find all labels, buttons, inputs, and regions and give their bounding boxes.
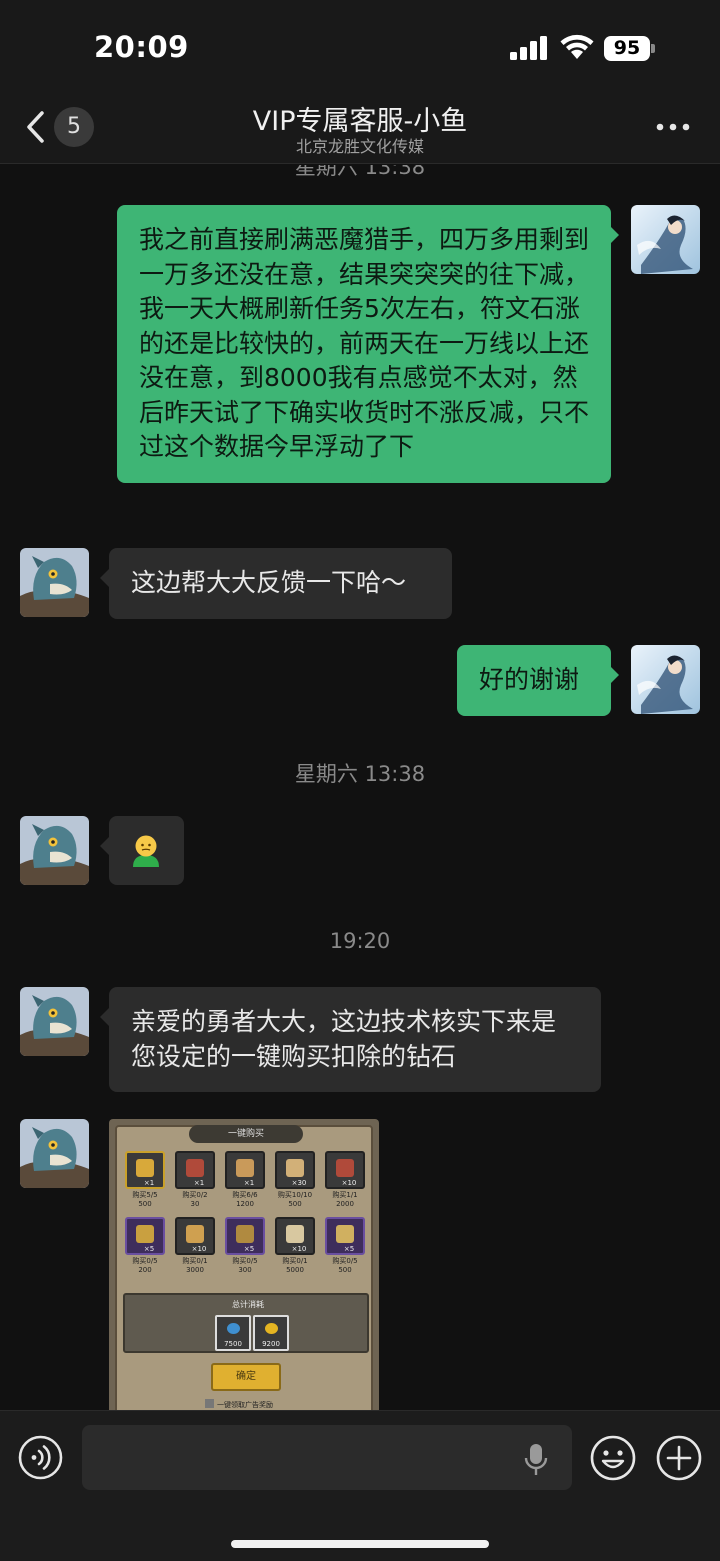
game-item-slot: ×1 <box>175 1151 215 1189</box>
game-checkbox: 一键领取广告奖励 <box>205 1399 325 1410</box>
message-bubble-received[interactable]: 亲爱的勇者大大，这边技术核实下来是您设定的一键购买扣除的钻石 <box>109 987 601 1092</box>
game-item: ×1 购买0/2 30 <box>173 1151 217 1211</box>
game-item-slot: ×5 <box>325 1217 365 1255</box>
message-bubble-received[interactable]: 🫠 <box>109 816 184 885</box>
gold-coin-icon <box>265 1323 278 1334</box>
chat-header: 5 VIP专属客服-小鱼 北京龙胜文化传媒 <box>0 92 720 164</box>
item-icon <box>236 1225 254 1243</box>
status-time: 20:09 <box>94 30 189 64</box>
battery-icon: 95 <box>604 36 655 61</box>
game-item-slot: ×10 <box>325 1151 365 1189</box>
game-item: ×5 购买0/5 500 <box>323 1217 367 1277</box>
game-total-title: 总计消耗 <box>232 1300 264 1309</box>
wifi-icon <box>560 34 594 59</box>
item-icon <box>336 1159 354 1177</box>
diamond-total: 7500 <box>215 1315 251 1351</box>
timestamp: 19:20 <box>329 929 391 953</box>
game-item-slot: ×5 <box>125 1217 165 1255</box>
gold-total: 9200 <box>253 1315 289 1351</box>
agent-avatar[interactable] <box>20 816 89 885</box>
message-list[interactable]: 星期六 13:38 我之前直接刷满恶魔猎手，四万多用剩到一万多还没在意，结果突突… <box>0 165 720 1410</box>
emoji-icon[interactable] <box>590 1435 636 1481</box>
game-item-slot: ×10 <box>275 1217 315 1255</box>
game-confirm-button: 确定 <box>211 1363 281 1391</box>
input-bar <box>0 1410 720 1561</box>
game-purchase-panel: 一键购买 ×1 购买5/5 500 ×1 购买0/2 30 ×1 购买6/6 1200 ×30 购买… <box>115 1125 373 1410</box>
item-icon <box>136 1225 154 1243</box>
game-total-box: 总计消耗 7500 9200 <box>123 1293 369 1353</box>
agent-avatar[interactable] <box>20 1119 89 1188</box>
battery-level: 95 <box>604 36 650 61</box>
game-item: ×5 购买0/5 300 <box>223 1217 267 1277</box>
item-icon <box>186 1225 204 1243</box>
game-item: ×10 购买0/1 3000 <box>173 1217 217 1277</box>
emoji-icon <box>133 835 159 867</box>
game-item: ×10 购买0/1 5000 <box>273 1217 317 1277</box>
game-item: ×5 购买0/5 200 <box>123 1217 167 1277</box>
message-bubble-sent[interactable]: 我之前直接刷满恶魔猎手，四万多用剩到一万多还没在意，结果突突突的往下减，我一天大… <box>117 205 611 483</box>
message-bubble-received[interactable]: 这边帮大大反馈一下哈～ <box>109 548 452 619</box>
diamond-icon <box>227 1323 240 1334</box>
game-item: ×10 购买1/1 2000 <box>323 1151 367 1211</box>
agent-avatar[interactable] <box>20 548 89 617</box>
game-item-slot: ×1 <box>225 1151 265 1189</box>
my-avatar[interactable] <box>631 645 700 714</box>
item-icon <box>286 1159 304 1177</box>
mic-icon[interactable] <box>524 1443 548 1477</box>
more-icon[interactable] <box>656 123 690 131</box>
voice-icon[interactable] <box>18 1435 63 1480</box>
item-icon <box>286 1225 304 1243</box>
item-icon <box>136 1159 154 1177</box>
plus-icon[interactable] <box>656 1435 702 1481</box>
my-avatar[interactable] <box>631 205 700 274</box>
message-bubble-sent[interactable]: 好的谢谢 <box>457 645 611 716</box>
item-icon <box>186 1159 204 1177</box>
cellular-signal-icon <box>510 36 547 60</box>
agent-avatar[interactable] <box>20 987 89 1056</box>
chat-subtitle: 北京龙胜文化传媒 <box>295 137 424 156</box>
game-item-slot: ×30 <box>275 1151 315 1189</box>
message-input[interactable] <box>82 1425 572 1490</box>
image-message[interactable]: 一键购买 ×1 购买5/5 500 ×1 购买0/2 30 ×1 购买6/6 1200 ×30 购买… <box>109 1119 379 1410</box>
status-bar: 20:09 95 <box>0 0 720 92</box>
game-panel-title: 一键购买 <box>189 1125 303 1143</box>
timestamp: 星期六 13:38 <box>294 762 426 786</box>
game-item-slot: ×5 <box>225 1217 265 1255</box>
item-icon <box>236 1159 254 1177</box>
game-item-slot: ×10 <box>175 1217 215 1255</box>
game-item: ×1 购买6/6 1200 <box>223 1151 267 1211</box>
game-item: ×1 购买5/5 500 <box>123 1151 167 1211</box>
game-item-slot: ×1 <box>125 1151 165 1189</box>
home-indicator <box>231 1540 489 1548</box>
timestamp: 星期六 13:38 <box>294 165 426 179</box>
item-icon <box>336 1225 354 1243</box>
game-item: ×30 购买10/10 500 <box>273 1151 317 1211</box>
